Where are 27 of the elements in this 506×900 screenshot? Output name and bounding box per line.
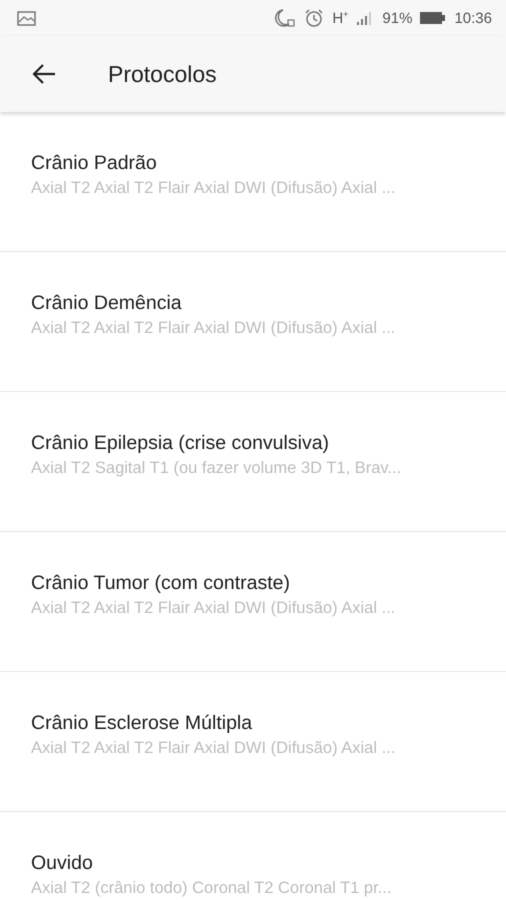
battery-icon (420, 11, 446, 25)
moon-icon (274, 8, 296, 28)
protocol-item[interactable]: Crânio Esclerose Múltipla Axial T2 Axial T2 Flair Axial DWI (Difusão) Axial ... (0, 672, 506, 812)
screen-title: Protocolos (108, 60, 217, 88)
protocol-title: Ouvido (31, 851, 93, 876)
protocol-summary: Axial T2 Sagital T1 (ou fazer volume 3D T1, Brav... (31, 458, 402, 479)
protocol-summary: Axial T2 Axial T2 Flair Axial DWI (Difusão) Axial ... (31, 598, 396, 619)
protocol-title: Crânio Epilepsia (crise convulsiva) (31, 431, 330, 456)
protocol-item[interactable]: Ouvido Axial T2 (crânio todo) Coronal T2 Coronal T1 pr... (0, 812, 506, 900)
back-arrow-icon (32, 64, 56, 84)
protocol-item[interactable]: Crânio Tumor (com contraste) Axial T2 Axial T2 Flair Axial DWI (Difusão) Axial ... (0, 532, 506, 672)
protocol-summary: Axial T2 Axial T2 Flair Axial DWI (Difusão) Axial ... (31, 318, 396, 339)
protocol-item[interactable]: Crânio Padrão Axial T2 Axial T2 Flair Axial DWI (Difusão) Axial ... (0, 112, 506, 252)
battery-percent: 91% (382, 10, 412, 26)
protocol-title: Crânio Demência (31, 291, 182, 316)
alarm-clock-icon (304, 8, 324, 28)
clock-time: 10:36 (454, 10, 492, 26)
protocol-item[interactable]: Crânio Demência Axial T2 Axial T2 Flair Axial DWI (Difusão) Axial ... (0, 252, 506, 392)
network-type: H$^{+}$ (332, 9, 348, 27)
protocol-title: Crânio Tumor (com contraste) (31, 571, 290, 596)
gallery-icon (17, 10, 36, 26)
protocol-summary: Axial T2 Axial T2 Flair Axial DWI (Difusão) Axial ... (31, 178, 396, 199)
protocol-summary: Axial T2 Axial T2 Flair Axial DWI (Difusão) Axial ... (31, 738, 396, 759)
protocol-summary: Axial T2 (crânio todo) Coronal T2 Coronal T1 pr... (31, 878, 392, 899)
protocol-title: Crânio Esclerose Múltipla (31, 711, 252, 736)
protocol-title: Crânio Padrão (31, 151, 157, 176)
protocol-item[interactable]: Crânio Epilepsia (crise convulsiva) Axial T2 Sagital T1 (ou fazer volume 3D T1, Brav... (0, 392, 506, 532)
